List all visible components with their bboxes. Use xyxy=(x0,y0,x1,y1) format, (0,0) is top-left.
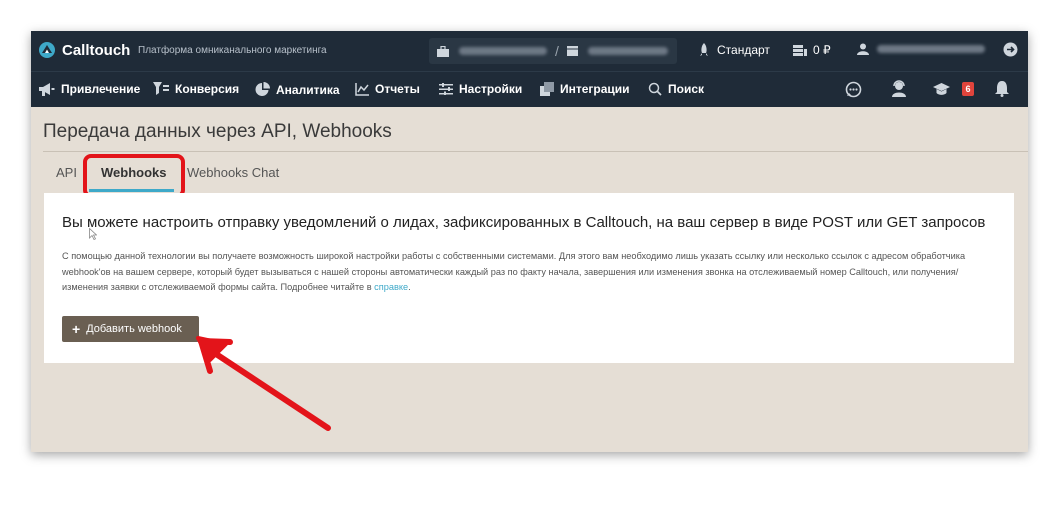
arrow-annotation xyxy=(196,336,331,431)
